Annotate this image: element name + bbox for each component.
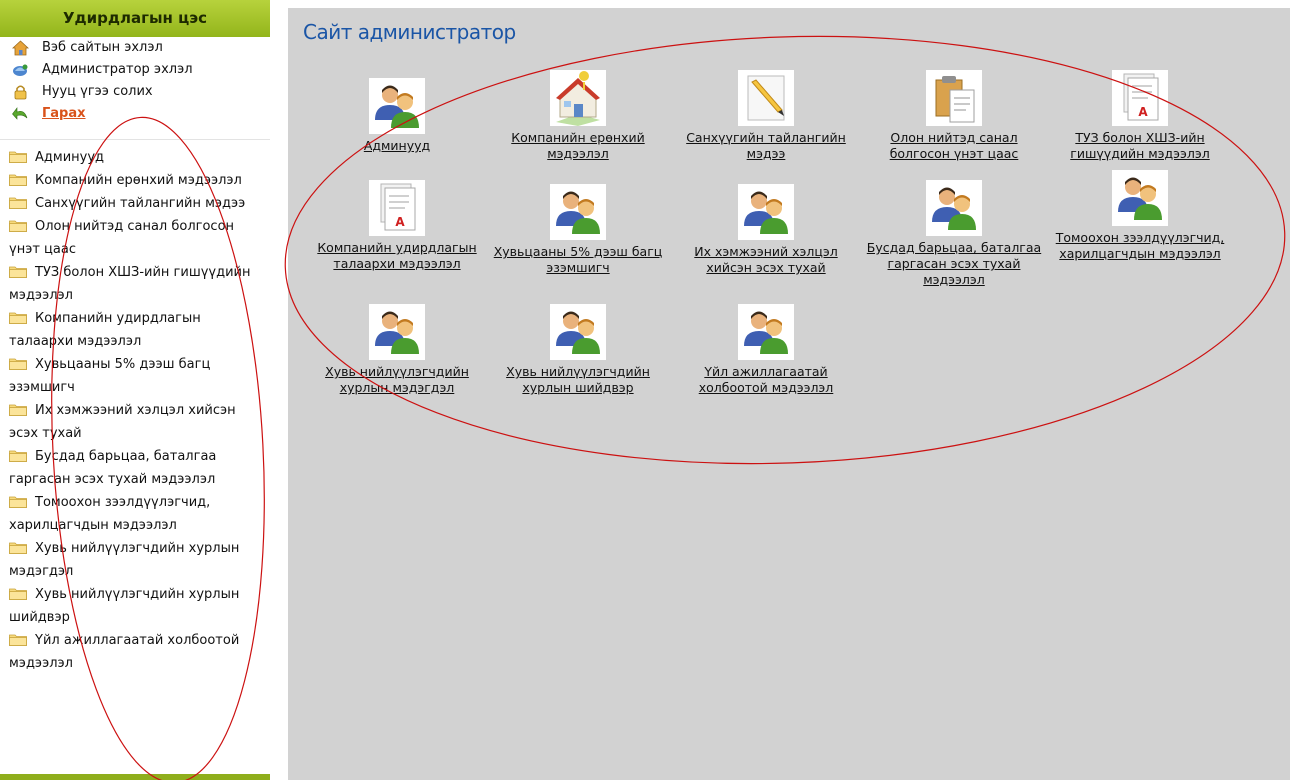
- folder-list: Админууд Компанийн ерөнхий мэдээлэл Санхүү…: [0, 146, 270, 675]
- folder-icon: [9, 197, 27, 209]
- users-icon[interactable]: [550, 304, 606, 360]
- admin-tile-4[interactable]: Олон нийтэд санал болгосон үнэт цаас: [859, 70, 1049, 162]
- folder-item-label: Хувь нийлүүлэгчдийн хурлын шийдвэр: [9, 587, 240, 625]
- home-link[interactable]: Вэб сайтын эхлэл: [0, 37, 270, 59]
- pdf-document-icon[interactable]: A: [1112, 70, 1168, 126]
- users-icon[interactable]: [738, 184, 794, 240]
- svg-text:A: A: [1138, 105, 1148, 119]
- page-title: Сайт администратор: [303, 20, 516, 44]
- folder-icon: [9, 542, 27, 554]
- sidebar-divider: [0, 125, 270, 140]
- admin-tile-7[interactable]: Хувьцааны 5% дээш багц эзэмшигч: [483, 184, 673, 276]
- sidebar-folder-item-8[interactable]: Их хэмжээний хэлцэл хийсэн эсэх тухай: [0, 399, 270, 445]
- folder-item-label: ТУЗ болон ХШЗ-ийн гишүүдийн мэдээлэл: [9, 265, 251, 303]
- admin-tile-5[interactable]: A ТУЗ болон ХШЗ-ийн гишүүдийн мэдээлэл: [1045, 70, 1235, 162]
- admin-tile-label[interactable]: Хувь нийлүүлэгчдийн хурлын шийдвэр: [483, 364, 673, 396]
- admin-tile-label[interactable]: Бусдад барьцаа, баталгаа гаргасан эсэх т…: [859, 240, 1049, 288]
- admin-tile-label[interactable]: Их хэмжээний хэлцэл хийсэн эсэх тухай: [671, 244, 861, 276]
- sidebar-folder-item-7[interactable]: Хувьцааны 5% дээш багц эзэмшигч: [0, 353, 270, 399]
- users-icon[interactable]: [738, 304, 794, 360]
- sidebar-folder-item-6[interactable]: Компанийн удирдлагын талаархи мэдээлэл: [0, 307, 270, 353]
- folder-item-label: Хувь нийлүүлэгчдийн хурлын мэдэгдэл: [9, 541, 240, 579]
- admin-tile-1[interactable]: Админууд: [302, 78, 492, 154]
- admin-tile-label[interactable]: Томоохон зээлдүүлэгчид, харилцагчдын мэд…: [1045, 230, 1235, 262]
- logout-label: Гарах: [42, 106, 86, 121]
- folder-item-label: Их хэмжээний хэлцэл хийсэн эсэх тухай: [9, 403, 236, 441]
- users-icon[interactable]: [369, 78, 425, 134]
- admin-tile-13[interactable]: Үйл ажиллагаатай холбоотой мэдээлэл: [671, 304, 861, 396]
- sidebar-folder-item-5[interactable]: ТУЗ болон ХШЗ-ийн гишүүдийн мэдээлэл: [0, 261, 270, 307]
- folder-item-label: Томоохон зээлдүүлэгчид, харилцагчдын мэд…: [9, 495, 211, 533]
- users-icon[interactable]: [369, 304, 425, 360]
- main-panel: Сайт администратор Админууд Компанийн ерө…: [288, 8, 1290, 780]
- admin-home-link[interactable]: Администратор эхлэл: [0, 59, 270, 81]
- pdf-document-icon[interactable]: A: [369, 180, 425, 236]
- admin-tile-3[interactable]: Санхүүгийн тайлангийн мэдээ: [671, 70, 861, 162]
- folder-icon: [9, 404, 27, 416]
- folder-icon: [9, 588, 27, 600]
- sidebar-folder-item-4[interactable]: Олон нийтэд санал болгосон үнэт цаас: [0, 215, 270, 261]
- users-icon[interactable]: [1112, 170, 1168, 226]
- sidebar-folder-item-3[interactable]: Санхүүгийн тайлангийн мэдээ: [0, 192, 270, 215]
- admin-tile-9[interactable]: Бусдад барьцаа, баталгаа гаргасан эсэх т…: [859, 180, 1049, 288]
- admin-tile-label[interactable]: Хувьцааны 5% дээш багц эзэмшигч: [483, 244, 673, 276]
- house-icon[interactable]: [550, 70, 606, 126]
- folder-icon: [9, 450, 27, 462]
- sidebar-folder-item-10[interactable]: Томоохон зээлдүүлэгчид, харилцагчдын мэд…: [0, 491, 270, 537]
- sidebar: Удирдлагын цэс Вэб сайтын эхлэл Админист…: [0, 0, 270, 780]
- admin-tile-label[interactable]: Компанийн удирдлагын талаархи мэдээлэл: [302, 240, 492, 272]
- admin-tile-10[interactable]: Томоохон зээлдүүлэгчид, харилцагчдын мэд…: [1045, 170, 1235, 262]
- users-icon[interactable]: [550, 184, 606, 240]
- admin-home-link-label: Администратор эхлэл: [42, 62, 193, 77]
- home-icon: [12, 40, 29, 56]
- sidebar-folder-item-13[interactable]: Үйл ажиллагаатай холбоотой мэдээлэл: [0, 629, 270, 675]
- admin-tile-11[interactable]: Хувь нийлүүлэгчдийн хурлын мэдэгдэл: [302, 304, 492, 396]
- admin-tile-2[interactable]: Компанийн ерөнхий мэдээлэл: [483, 70, 673, 162]
- sidebar-folder-item-9[interactable]: Бусдад барьцаа, баталгаа гаргасан эсэх т…: [0, 445, 270, 491]
- sidebar-folder-item-2[interactable]: Компанийн ерөнхий мэдээлэл: [0, 169, 270, 192]
- admin-tile-label[interactable]: Админууд: [302, 138, 492, 154]
- edit-pencil-icon[interactable]: [738, 70, 794, 126]
- folder-icon: [9, 358, 27, 370]
- folder-item-label: Олон нийтэд санал болгосон үнэт цаас: [9, 219, 235, 257]
- folder-item-label: Санхүүгийн тайлангийн мэдээ: [35, 196, 246, 211]
- admin-tile-6[interactable]: A Компанийн удирдлагын талаархи мэдээлэл: [302, 180, 492, 272]
- exit-arrow-icon: [12, 107, 28, 120]
- folder-item-label: Хувьцааны 5% дээш багц эзэмшигч: [9, 357, 211, 395]
- logout-link[interactable]: Гарах: [0, 103, 270, 125]
- folder-icon: [9, 496, 27, 508]
- folder-item-label: Админууд: [35, 150, 105, 165]
- home-link-label: Вэб сайтын эхлэл: [42, 40, 163, 55]
- folder-icon: [9, 312, 27, 324]
- folder-item-label: Үйл ажиллагаатай холбоотой мэдээлэл: [9, 633, 240, 671]
- change-password-link[interactable]: Нууц үгээ солих: [0, 81, 270, 103]
- sidebar-folder-item-1[interactable]: Админууд: [0, 146, 270, 169]
- users-icon[interactable]: [926, 180, 982, 236]
- change-password-label: Нууц үгээ солих: [42, 84, 153, 99]
- admin-tile-8[interactable]: Их хэмжээний хэлцэл хийсэн эсэх тухай: [671, 184, 861, 276]
- sidebar-folder-item-12[interactable]: Хувь нийлүүлэгчдийн хурлын шийдвэр: [0, 583, 270, 629]
- folder-item-label: Компанийн ерөнхий мэдээлэл: [35, 173, 242, 188]
- admin-tile-label[interactable]: Санхүүгийн тайлангийн мэдээ: [671, 130, 861, 162]
- folder-icon: [9, 151, 27, 163]
- folder-icon: [9, 266, 27, 278]
- admin-tile-label[interactable]: Компанийн ерөнхий мэдээлэл: [483, 130, 673, 162]
- admin-tile-label[interactable]: ТУЗ болон ХШЗ-ийн гишүүдийн мэдээлэл: [1045, 130, 1235, 162]
- folder-icon: [9, 634, 27, 646]
- folder-icon: [9, 220, 27, 232]
- folder-icon: [9, 174, 27, 186]
- clipboard-icon[interactable]: [926, 70, 982, 126]
- sidebar-footer-bar: [0, 774, 270, 780]
- lock-icon: [14, 85, 27, 100]
- admin-tile-label[interactable]: Хувь нийлүүлэгчдийн хурлын мэдэгдэл: [302, 364, 492, 396]
- sidebar-title: Удирдлагын цэс: [0, 0, 270, 37]
- svg-text:A: A: [395, 215, 405, 229]
- folder-item-label: Бусдад барьцаа, баталгаа гаргасан эсэх т…: [9, 449, 217, 487]
- admin-tile-label[interactable]: Үйл ажиллагаатай холбоотой мэдээлэл: [671, 364, 861, 396]
- admin-tile-12[interactable]: Хувь нийлүүлэгчдийн хурлын шийдвэр: [483, 304, 673, 396]
- sidebar-folder-item-11[interactable]: Хувь нийлүүлэгчдийн хурлын мэдэгдэл: [0, 537, 270, 583]
- admin-tile-label[interactable]: Олон нийтэд санал болгосон үнэт цаас: [859, 130, 1049, 162]
- admin-icon: [13, 64, 28, 76]
- folder-item-label: Компанийн удирдлагын талаархи мэдээлэл: [9, 311, 201, 349]
